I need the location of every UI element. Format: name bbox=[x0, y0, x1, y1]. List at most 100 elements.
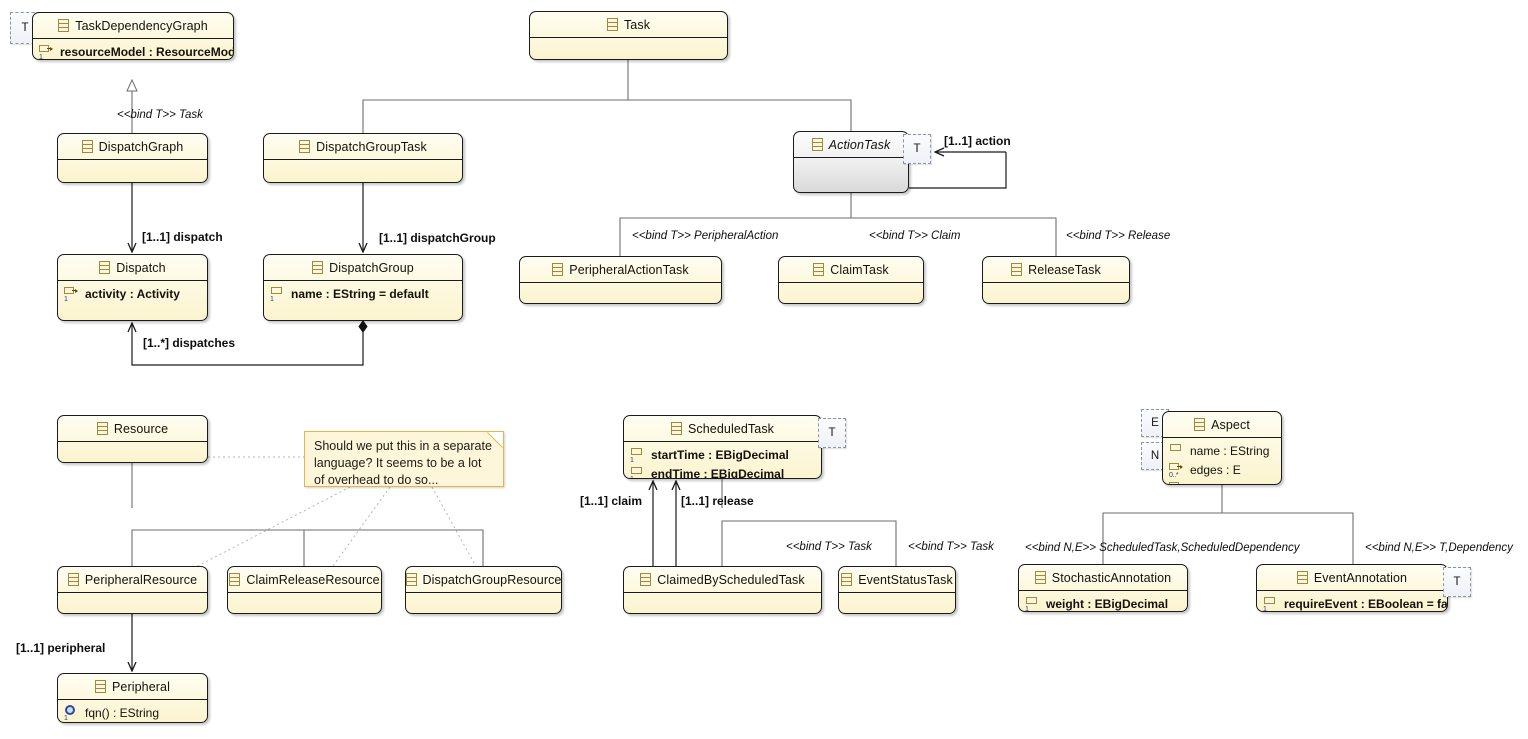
class-name: Task bbox=[623, 17, 651, 32]
class-releasetask[interactable]: ReleaseTask bbox=[982, 256, 1130, 304]
eclass-icon bbox=[841, 573, 853, 586]
template-param-label: T bbox=[21, 22, 29, 34]
multiplicity-label: 1 bbox=[64, 715, 68, 722]
class-stochasticannotation[interactable]: StochasticAnnotation 1 weight : EBigDeci… bbox=[1018, 564, 1188, 612]
attributes-compartment: 1 requireEvent : EBoolean = false bbox=[1257, 591, 1447, 612]
feature-row[interactable]: 1 activity : Activity bbox=[58, 284, 207, 303]
class-scheduledtask[interactable]: ScheduledTask 1 startTime : EBigDecimal … bbox=[623, 415, 822, 479]
comment-note[interactable]: Should we put this in a separate languag… bbox=[304, 431, 504, 487]
operation-icon: 1 bbox=[64, 705, 79, 722]
class-eventstatustask[interactable]: EventStatusTask bbox=[838, 566, 956, 614]
edge-label-bind-ne-stochastic: <<bind N,E>> ScheduledTask,ScheduledDepe… bbox=[1025, 542, 1300, 554]
class-name: ClaimedByScheduledTask bbox=[657, 572, 805, 587]
class-claimreleaseresource[interactable]: ClaimReleaseResource bbox=[227, 566, 382, 614]
multiplicity-label: 1 bbox=[1025, 606, 1029, 612]
eclass-icon bbox=[81, 140, 93, 153]
multiplicity-label: 1 bbox=[1263, 606, 1267, 612]
feature-row[interactable]: 1 startTime : EBigDecimal bbox=[624, 445, 821, 465]
feature-row[interactable]: 1 name : EString = default bbox=[264, 284, 462, 304]
class-dispatchgroup[interactable]: DispatchGroup 1 name : EString = default bbox=[263, 254, 463, 321]
class-header: PeripheralResource bbox=[58, 567, 207, 593]
class-header: ClaimTask bbox=[779, 257, 923, 283]
class-dispatchgrouptask[interactable]: DispatchGroupTask bbox=[263, 133, 463, 183]
template-param-scheduledtask: T bbox=[818, 418, 846, 448]
class-header: StochasticAnnotation bbox=[1019, 565, 1187, 591]
eclass-icon bbox=[1011, 263, 1023, 276]
reference-icon: 0..* bbox=[1169, 481, 1184, 484]
class-taskdependencygraph[interactable]: TaskDependencyGraph 1 resourceModel : Re… bbox=[32, 12, 234, 60]
feature-label: activity : Activity bbox=[85, 286, 180, 301]
class-resource[interactable]: Resource bbox=[57, 415, 208, 463]
feature-row[interactable]: 1 weight : EBigDecimal bbox=[1019, 594, 1187, 612]
class-name: DispatchGroup bbox=[329, 260, 414, 275]
class-name: DispatchGraph bbox=[98, 139, 184, 154]
class-header: DispatchGroupTask bbox=[264, 134, 462, 160]
class-claimtask[interactable]: ClaimTask bbox=[778, 256, 924, 304]
reference-icon: 1 bbox=[64, 286, 79, 303]
edge-label-dispatches-mult: [1..*] dispatches bbox=[143, 336, 236, 350]
edge-label-action-self: [1..1] action bbox=[944, 134, 1011, 148]
feature-label: edges : E bbox=[1190, 462, 1241, 477]
class-name: Peripheral bbox=[112, 679, 170, 694]
edge-label-bind-task-eventstatus: <<bind T>> Task bbox=[908, 541, 994, 553]
attribute-icon: 1 bbox=[270, 286, 285, 303]
class-task[interactable]: Task bbox=[529, 11, 728, 60]
class-peripheral[interactable]: Peripheral 1 fqn() : EString bbox=[57, 673, 208, 723]
attributes-compartment bbox=[520, 283, 721, 303]
class-name: DispatchGroupResource bbox=[422, 572, 562, 587]
feature-row[interactable]: name : EString bbox=[1163, 441, 1281, 460]
eclass-icon bbox=[811, 138, 823, 151]
class-dispatch[interactable]: Dispatch 1 activity : Activity bbox=[57, 254, 208, 321]
class-name: StochasticAnnotation bbox=[1051, 570, 1172, 585]
feature-row[interactable]: 0..* nodes : N bbox=[1163, 479, 1281, 485]
class-aspect[interactable]: Aspect name : EString 0..* edges : E 0..… bbox=[1162, 411, 1282, 485]
template-param-label: T bbox=[1453, 576, 1461, 588]
attribute-icon: 1 bbox=[630, 466, 645, 478]
feature-row[interactable]: 1 endTime : EBigDecimal bbox=[624, 464, 821, 479]
edge-label-peripheral-mult: [1..1] peripheral bbox=[16, 641, 106, 655]
feature-row[interactable]: 1 requireEvent : EBoolean = false bbox=[1257, 594, 1447, 612]
class-peripheralresource[interactable]: PeripheralResource bbox=[57, 566, 208, 614]
template-param-eventannotation: T bbox=[1443, 567, 1471, 597]
class-dispatchgroupresource[interactable]: DispatchGroupResource bbox=[405, 566, 562, 614]
class-header: DispatchGraph bbox=[58, 134, 207, 160]
template-param-label: T bbox=[913, 143, 921, 155]
feature-label: nodes : N bbox=[1190, 482, 1241, 485]
class-peripheralactiontask[interactable]: PeripheralActionTask bbox=[519, 256, 722, 304]
edge-label-bind-task-claimedby: <<bind T>> Task bbox=[786, 541, 872, 553]
attributes-compartment: name : EString 0..* edges : E 0..* nodes… bbox=[1163, 438, 1281, 485]
class-header: ClaimedByScheduledTask bbox=[624, 567, 821, 593]
class-header: EventAnnotation bbox=[1257, 565, 1447, 591]
eclass-icon bbox=[1034, 571, 1046, 584]
class-header: ▱ ActionTask bbox=[794, 132, 908, 158]
eclass-icon bbox=[670, 422, 682, 435]
attributes-compartment bbox=[779, 283, 923, 303]
class-claimedbyscheduledtask[interactable]: ClaimedByScheduledTask bbox=[623, 566, 822, 614]
attributes-compartment bbox=[264, 160, 462, 182]
attribute-icon: 1 bbox=[1025, 596, 1040, 611]
class-eventannotation[interactable]: EventAnnotation 1 requireEvent : EBoolea… bbox=[1256, 564, 1448, 612]
attributes-compartment bbox=[983, 283, 1129, 303]
eclass-icon bbox=[229, 573, 241, 586]
class-name: PeripheralActionTask bbox=[569, 262, 689, 277]
feature-label: fqn() : EString bbox=[85, 705, 160, 720]
feature-row[interactable]: 0..* edges : E bbox=[1163, 460, 1281, 479]
class-actiontask[interactable]: ▱ ActionTask bbox=[793, 131, 909, 193]
class-name: ActionTask bbox=[828, 137, 891, 152]
class-header: Resource bbox=[58, 416, 207, 442]
class-name: ClaimTask bbox=[830, 262, 889, 277]
feature-row[interactable]: 1 fqn() : EString bbox=[58, 703, 207, 722]
feature-row[interactable]: 1 resourceModel : ResourceModel bbox=[33, 42, 233, 59]
class-name: EventAnnotation bbox=[1313, 570, 1408, 585]
feature-label: name : EString = default bbox=[291, 286, 429, 301]
attributes-compartment bbox=[58, 593, 207, 613]
attributes-compartment bbox=[406, 593, 561, 613]
feature-label: requireEvent : EBoolean = false bbox=[1284, 596, 1448, 611]
multiplicity-label: 0..* bbox=[1169, 472, 1179, 479]
attributes-compartment bbox=[58, 160, 207, 182]
attributes-compartment bbox=[530, 38, 727, 59]
class-dispatchgraph[interactable]: DispatchGraph bbox=[57, 133, 208, 183]
eclass-icon bbox=[813, 263, 825, 276]
template-param-label: T bbox=[828, 427, 836, 439]
attribute-icon: 1 bbox=[630, 447, 645, 464]
